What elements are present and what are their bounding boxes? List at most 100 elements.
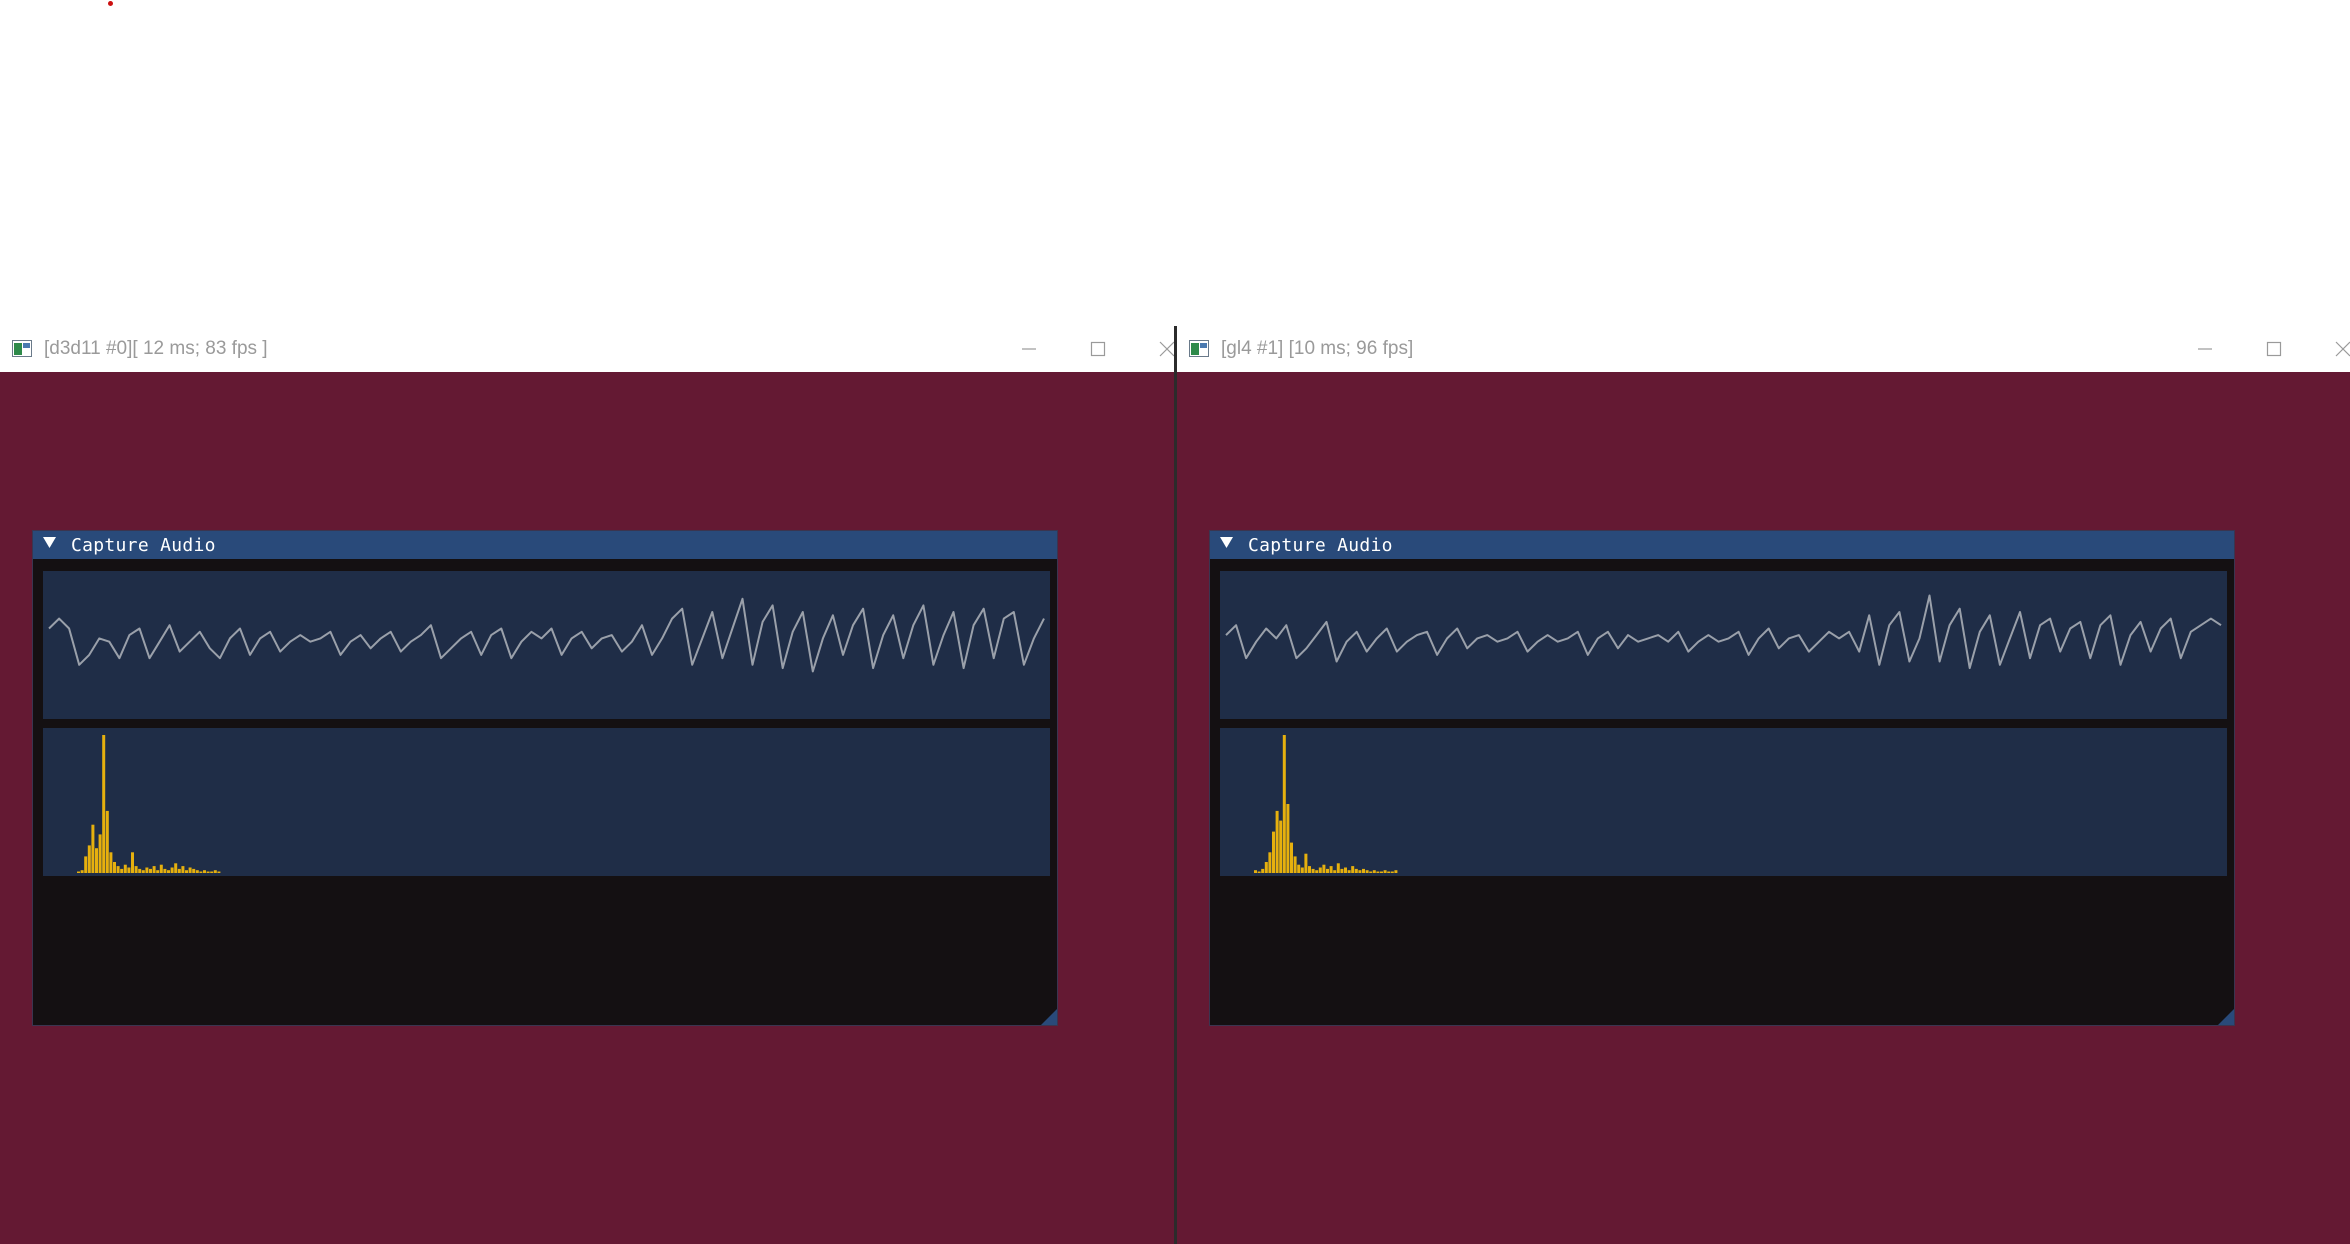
spectrum-bars xyxy=(1254,735,1398,873)
triangle-down-icon[interactable] xyxy=(43,536,56,549)
window-app-icon xyxy=(12,340,32,357)
spectrum-bar xyxy=(149,868,152,873)
spectrum-bar xyxy=(1261,868,1265,873)
spectrum-plot[interactable] xyxy=(1220,728,2227,876)
waveform-path xyxy=(1225,594,2222,670)
spectrum-bar xyxy=(105,810,109,873)
window-client-area: Capture Audio xyxy=(0,372,1174,1244)
spectrum-bar xyxy=(1347,870,1351,873)
spectrum-bar xyxy=(159,864,163,873)
spectrum-bars xyxy=(77,735,221,873)
spectrum-bar xyxy=(217,871,221,873)
spectrum-bar xyxy=(1308,866,1311,873)
spectrum-bar xyxy=(210,871,214,873)
spectrum-bar xyxy=(1282,735,1286,873)
spectrum-bar xyxy=(1315,870,1319,873)
spectrum-bar xyxy=(1293,856,1297,873)
spectrum-bar xyxy=(195,870,199,873)
spectrum-bar xyxy=(1268,852,1272,873)
waveform-line xyxy=(1225,594,2222,670)
panel-titlebar[interactable]: Capture Audio xyxy=(33,531,1057,559)
spectrum-bar xyxy=(1380,871,1383,873)
os-window-d3d11[interactable]: [d3d11 #0][ 12 ms; 83 fps ] Capture Audi… xyxy=(0,326,1174,1244)
spectrum-bar xyxy=(1272,831,1275,873)
spectrum-bar xyxy=(1318,867,1322,873)
minimize-button[interactable] xyxy=(2185,330,2225,368)
spectrum-bar xyxy=(188,867,192,873)
spectrum-bar xyxy=(1372,870,1376,873)
os-window-gl4[interactable]: [gl4 #1] [10 ms; 96 fps] Capture Audio xyxy=(1177,326,2350,1244)
spectrum-bar xyxy=(177,868,181,873)
spectrum-bar xyxy=(1257,871,1261,873)
spectrum-bar xyxy=(1290,842,1293,873)
close-icon xyxy=(2335,341,2350,357)
capture-audio-panel[interactable]: Capture Audio xyxy=(32,530,1058,1026)
close-button[interactable] xyxy=(1147,330,1174,368)
window-title: [d3d11 #0][ 12 ms; 83 fps ] xyxy=(44,338,268,359)
window-client-area: Capture Audio xyxy=(1177,372,2350,1244)
spectrum-bar xyxy=(1362,868,1365,873)
capture-audio-panel[interactable]: Capture Audio xyxy=(1209,530,2235,1026)
spectrum-bar xyxy=(213,870,217,873)
spectrum-plot[interactable] xyxy=(43,728,1050,876)
spectrum-bar xyxy=(1358,870,1362,873)
close-icon xyxy=(1159,341,1174,357)
spectrum-bar xyxy=(152,866,156,873)
window-titlebar[interactable]: [d3d11 #0][ 12 ms; 83 fps ] xyxy=(0,326,1174,372)
window-titlebar[interactable]: [gl4 #1] [10 ms; 96 fps] xyxy=(1177,326,2350,372)
spectrum-bar xyxy=(1286,804,1290,873)
spectrum-bar xyxy=(141,870,145,873)
spectrum-bar xyxy=(1311,868,1315,873)
spectrum-bar xyxy=(1383,870,1387,873)
maximize-button[interactable] xyxy=(1078,330,1118,368)
resize-grip[interactable] xyxy=(2218,1009,2234,1025)
spectrum-bar xyxy=(116,866,120,873)
spectrum-bar xyxy=(203,870,206,873)
maximize-button[interactable] xyxy=(2254,330,2294,368)
minimize-icon xyxy=(1022,348,1036,350)
spectrum-bar xyxy=(138,868,142,873)
maximize-icon xyxy=(1090,341,1106,357)
spectrum-bar xyxy=(163,868,167,873)
spectrum-bar xyxy=(77,871,80,873)
window-app-icon xyxy=(1189,340,1209,357)
spectrum-bar xyxy=(84,856,88,873)
maximize-icon xyxy=(2266,341,2282,357)
spectrum-bar xyxy=(113,862,116,873)
spectrum-bar xyxy=(131,852,134,873)
spectrum-bar xyxy=(127,867,131,873)
waveform-plot[interactable] xyxy=(43,571,1050,719)
spectrum-bar xyxy=(1254,870,1257,873)
panel-title: Capture Audio xyxy=(1248,535,1393,556)
waveform-path xyxy=(48,597,1045,673)
spectrum-bar xyxy=(174,863,178,873)
spectrum-bar xyxy=(1365,870,1369,873)
red-dot-marker xyxy=(108,1,113,6)
spectrum-bar xyxy=(1390,871,1394,873)
spectrum-bar xyxy=(1376,871,1380,873)
waveform-plot[interactable] xyxy=(1220,571,2227,719)
minimize-button[interactable] xyxy=(1009,330,1049,368)
spectrum-bar xyxy=(1304,853,1308,873)
triangle-down-icon[interactable] xyxy=(1220,536,1233,549)
resize-grip[interactable] xyxy=(1041,1009,1057,1025)
spectrum-bar xyxy=(1387,871,1391,873)
spectrum-bar xyxy=(145,867,149,873)
spectrum-bar xyxy=(95,848,98,873)
spectrum-bar xyxy=(134,866,138,873)
close-button[interactable] xyxy=(2323,330,2350,368)
spectrum-bar xyxy=(1333,870,1337,873)
spectrum-bar xyxy=(206,871,210,873)
spectrum-bar xyxy=(102,735,106,873)
spectrum-bar xyxy=(1275,810,1279,873)
spectrum-bar xyxy=(1329,866,1333,873)
spectrum-bar xyxy=(1354,868,1358,873)
spectrum-bar xyxy=(170,867,174,873)
spectrum-bar xyxy=(109,852,113,873)
spectrum-bar xyxy=(1297,864,1301,873)
waveform-line xyxy=(48,597,1045,673)
spectrum-bar xyxy=(98,834,102,873)
spectrum-bar xyxy=(1326,868,1329,873)
panel-titlebar[interactable]: Capture Audio xyxy=(1210,531,2234,559)
window-title: [gl4 #1] [10 ms; 96 fps] xyxy=(1221,338,1414,359)
